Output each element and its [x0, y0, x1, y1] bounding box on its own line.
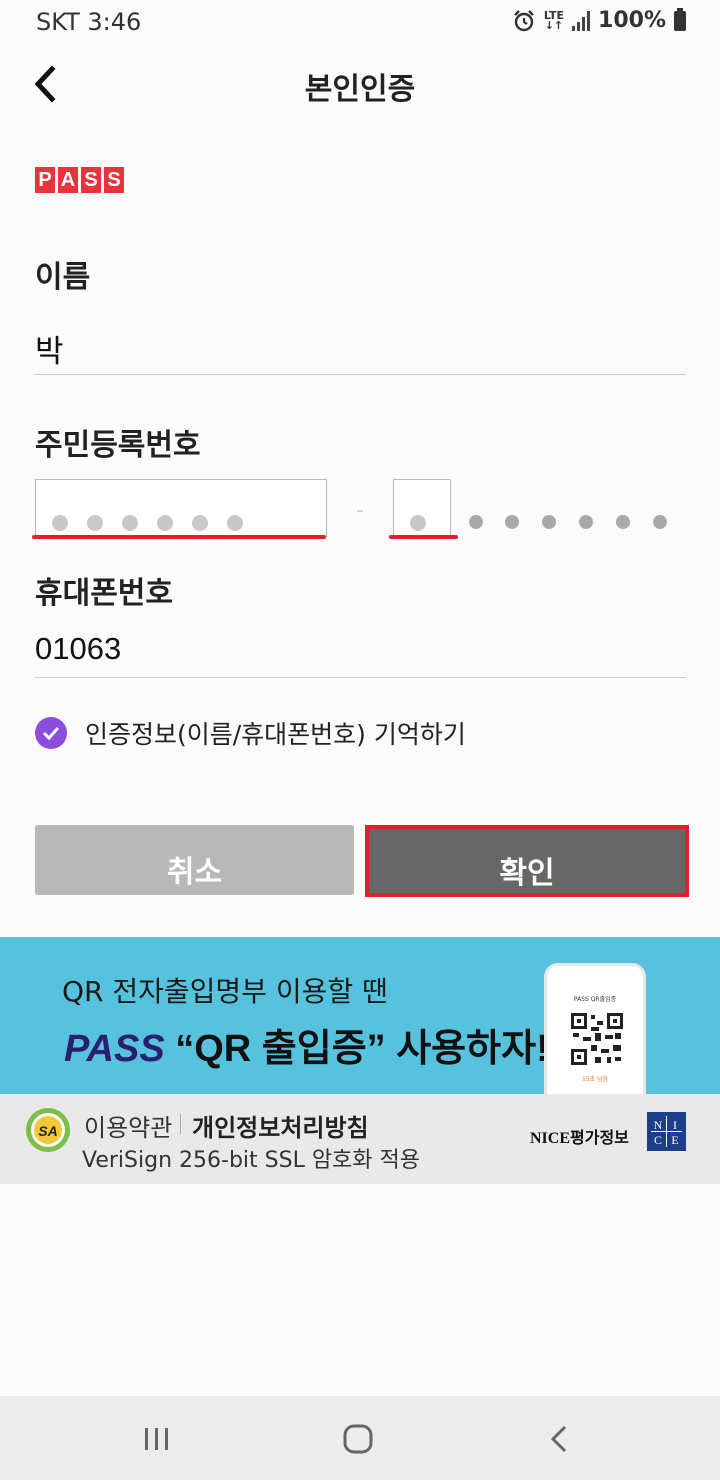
rrn-front-highlight: [32, 535, 326, 539]
sa-security-logo: SA: [26, 1108, 70, 1152]
app-header: 본인인증: [0, 44, 720, 124]
phone-illustration: PASS QR출입증 15초 남음: [544, 963, 646, 1094]
terms-link[interactable]: 이용약관: [84, 1108, 172, 1143]
check-circle-icon[interactable]: [35, 717, 67, 749]
name-input[interactable]: 박: [35, 326, 64, 371]
signal-icon: [572, 10, 591, 31]
phone-input[interactable]: 01063: [35, 631, 121, 667]
recents-icon[interactable]: [144, 1428, 170, 1450]
phone-label: 휴대폰번호: [35, 576, 173, 611]
system-nav-bar: [0, 1396, 720, 1480]
page-title: 본인인증: [304, 72, 416, 107]
remember-checkbox[interactable]: 인증정보(이름/휴대폰번호) 기억하기: [35, 715, 466, 751]
privacy-policy-link[interactable]: 개인정보처리방침: [192, 1108, 369, 1143]
ssl-notice: VeriSign 256-bit SSL 암호화 적용: [82, 1148, 421, 1173]
banner-slogan: PASS “QR 출입증” 사용하자!: [64, 1028, 549, 1070]
svg-text:C: C: [654, 1133, 662, 1147]
remember-label: 인증정보(이름/휴대폰번호) 기억하기: [85, 720, 466, 749]
nice-brand: NICE평가정보: [530, 1130, 629, 1147]
home-icon[interactable]: [343, 1424, 373, 1454]
qr-pass-banner[interactable]: QR 전자출입명부 이용할 땐 PASS “QR 출입증” 사용하자! PASS…: [0, 937, 720, 1094]
nav-back-icon[interactable]: [548, 1424, 570, 1454]
battery-level: 100%: [598, 8, 666, 33]
nice-logo: N I C E: [647, 1112, 686, 1151]
lte-icon: LTE ↓↑: [543, 8, 565, 32]
rrn-back-first-digit-input[interactable]: [393, 479, 451, 537]
cancel-button[interactable]: 취소: [35, 825, 354, 895]
status-bar: SKT 3:46 LTE ↓↑ 100%: [0, 0, 720, 44]
carrier-time: SKT 3:46: [36, 8, 142, 36]
name-label: 이름: [35, 260, 91, 295]
rrn-back-highlight: [389, 535, 458, 539]
name-underline: [35, 374, 686, 375]
alarm-icon: [512, 9, 536, 33]
pass-logo: PASS: [35, 167, 124, 193]
footer: SA 이용약관 개인정보처리방침 VeriSign 256-bit SSL 암호…: [0, 1094, 720, 1184]
confirm-button[interactable]: 확인: [365, 825, 689, 897]
footer-divider: [180, 1114, 181, 1134]
qr-code-icon: [571, 1013, 623, 1065]
rrn-front-input[interactable]: [35, 479, 327, 537]
rrn-separator: -: [356, 498, 364, 523]
rrn-label: 주민등록번호: [35, 428, 201, 463]
phone-underline: [35, 677, 686, 678]
svg-text:N: N: [654, 1118, 663, 1132]
svg-text:E: E: [671, 1133, 678, 1147]
battery-icon: [674, 7, 686, 31]
banner-headline: QR 전자출입명부 이용할 땐: [62, 975, 388, 1008]
status-icons: LTE ↓↑ 100%: [512, 7, 686, 33]
svg-text:SA: SA: [38, 1123, 57, 1139]
svg-text:I: I: [673, 1118, 677, 1132]
